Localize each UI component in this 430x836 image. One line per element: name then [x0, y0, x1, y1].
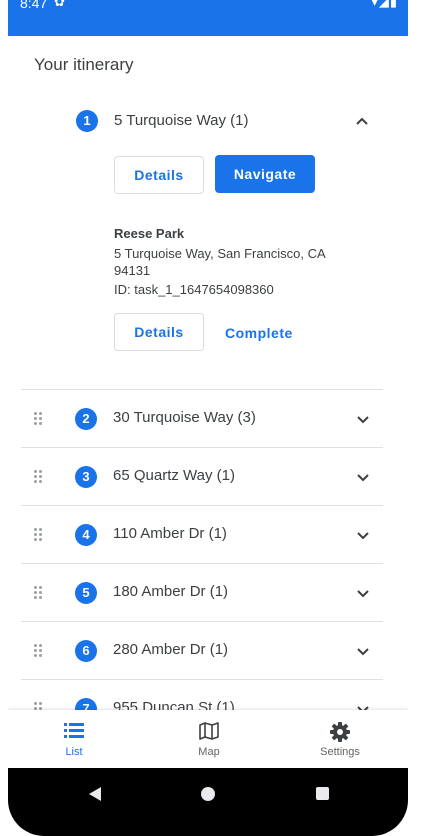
map-icon — [199, 722, 219, 740]
chevron-down-icon[interactable] — [353, 409, 373, 429]
stop-row[interactable]: 5 180 Amber Dr (1) — [21, 563, 383, 622]
stop-row[interactable]: 4 110 Amber Dr (1) — [21, 505, 383, 564]
page-title: Your itinerary — [34, 55, 134, 74]
task-name: Reese Park — [114, 226, 185, 241]
stop-number-badge: 2 — [75, 408, 97, 430]
drag-handle-icon[interactable] — [34, 528, 44, 542]
chevron-down-icon[interactable] — [353, 641, 373, 661]
stop-title: 65 Quartz Way (1) — [113, 467, 235, 484]
system-navigation-bar — [8, 768, 408, 836]
status-gear-icon: ✿ — [54, 0, 65, 9]
details-button[interactable]: Details — [114, 156, 204, 194]
nav-settings[interactable]: Settings — [285, 710, 395, 768]
stop-number-badge: 6 — [75, 640, 97, 662]
back-icon[interactable] — [88, 786, 102, 802]
recents-icon[interactable] — [316, 787, 329, 800]
drag-handle-icon[interactable] — [34, 644, 44, 658]
status-bar: 8:47 ✿ ▾◢▮ — [8, 0, 408, 36]
stop-row[interactable]: 6 280 Amber Dr (1) — [21, 621, 383, 680]
drag-handle-icon[interactable] — [34, 586, 44, 600]
bottom-navigation: List Map Settings — [8, 710, 408, 768]
stop-number-badge: 1 — [76, 110, 98, 132]
nav-list-label: List — [65, 746, 83, 758]
stop-row[interactable]: 2 30 Turquoise Way (3) — [21, 389, 383, 448]
stop-row[interactable]: 3 65 Quartz Way (1) — [21, 447, 383, 506]
nav-map[interactable]: Map — [154, 710, 264, 768]
stop-title: 110 Amber Dr (1) — [113, 525, 227, 542]
drag-handle-icon[interactable] — [34, 470, 44, 484]
nav-map-label: Map — [198, 746, 220, 758]
complete-button[interactable]: Complete — [225, 325, 293, 341]
status-time: 8:47 — [20, 0, 48, 11]
stop-number-badge: 5 — [75, 582, 97, 604]
nav-settings-label: Settings — [320, 746, 360, 758]
list-icon — [64, 723, 84, 738]
phone-screen: 8:47 ✿ ▾◢▮ Your itinerary 1 5 Turquoise … — [8, 0, 408, 836]
stop-title: 5 Turquoise Way (1) — [114, 112, 249, 129]
stop-title: 280 Amber Dr (1) — [113, 641, 229, 658]
stop-number-badge: 4 — [75, 524, 97, 546]
task-details-button[interactable]: Details — [114, 313, 204, 351]
stop-title: 180 Amber Dr (1) — [113, 583, 229, 600]
stop-number-badge: 3 — [75, 466, 97, 488]
stop-row-expanded[interactable]: 1 5 Turquoise Way (1) — [8, 100, 408, 144]
task-address: 5 Turquoise Way, San Francisco, CA 94131 — [114, 246, 325, 278]
nav-list[interactable]: List — [19, 710, 129, 768]
chevron-down-icon[interactable] — [353, 583, 373, 603]
task-id: ID: task_1_1647654098360 — [114, 282, 274, 297]
navigate-button[interactable]: Navigate — [215, 155, 315, 193]
drag-handle-icon[interactable] — [34, 412, 44, 426]
status-icons: ▾◢▮ — [371, 0, 398, 9]
home-icon[interactable] — [201, 787, 215, 801]
chevron-down-icon[interactable] — [353, 467, 373, 487]
chevron-up-icon[interactable] — [352, 112, 372, 132]
gear-icon — [330, 722, 350, 742]
stop-title: 30 Turquoise Way (3) — [113, 409, 256, 426]
chevron-down-icon[interactable] — [353, 525, 373, 545]
